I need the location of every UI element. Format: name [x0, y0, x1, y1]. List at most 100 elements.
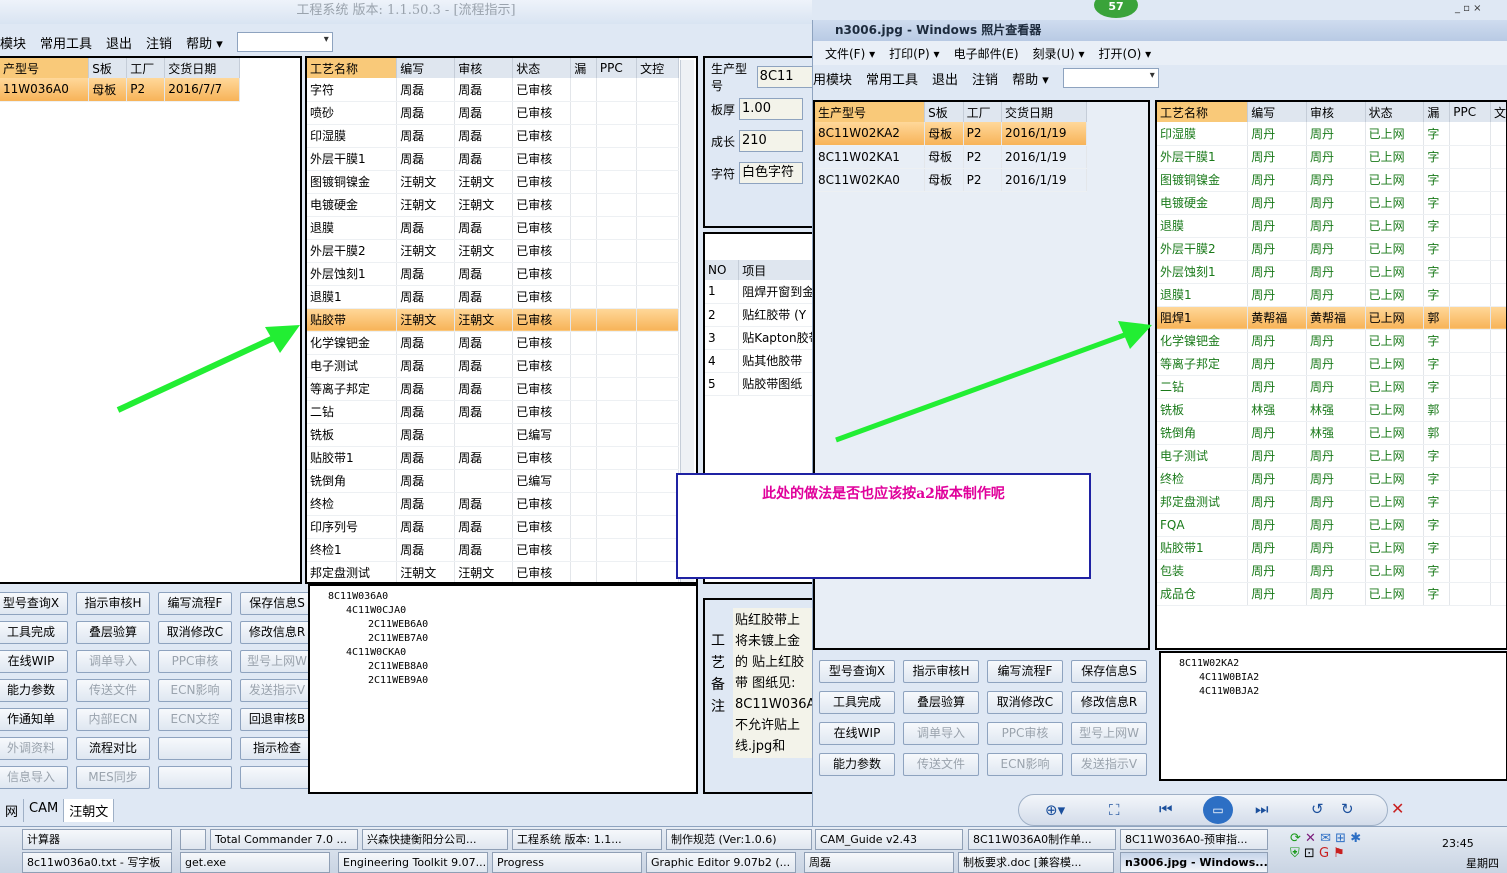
viewer-menu-item[interactable]: 文件(F) ▾ — [825, 45, 875, 62]
action-button[interactable]: PPC审核 — [987, 722, 1063, 745]
viewer-menu-item[interactable]: 打开(O) ▾ — [1099, 45, 1152, 62]
tree-node[interactable]: 2C11WEB8A0 — [318, 660, 688, 674]
table-row[interactable]: 阻焊1 黄帮福 黄帮福 已上网郭 — [1157, 306, 1506, 330]
field-value[interactable]: 1.00 — [739, 98, 804, 120]
field-value[interactable]: 8C11 — [756, 66, 812, 88]
column-header[interactable]: PPC — [1449, 102, 1491, 122]
taskbar-button[interactable]: n3006.jpg - Windows... — [1120, 852, 1268, 873]
table-row[interactable]: 外层干膜2 汪朝文 汪朝文 已审核 — [307, 239, 679, 263]
action-button[interactable]: ECN影响 — [987, 753, 1063, 776]
rotate-right-icon[interactable]: ↻ — [1341, 800, 1354, 818]
action-button[interactable]: 信息导入 — [0, 766, 68, 789]
column-header[interactable]: 工艺名称 — [1157, 102, 1249, 122]
tab-cam[interactable]: CAM — [24, 799, 65, 822]
previous-icon[interactable]: ⏮ — [1159, 800, 1173, 818]
action-button[interactable]: 在线WIP — [0, 650, 68, 673]
action-button[interactable]: 外调资料 — [0, 737, 68, 760]
column-header[interactable]: 状态 — [512, 58, 572, 78]
action-button[interactable]: 内部ECN — [76, 708, 150, 731]
column-header[interactable]: 交货日期 — [164, 58, 240, 78]
viewer-menu-item[interactable]: 打印(P) ▾ — [889, 45, 939, 62]
action-button[interactable]: 流程对比 — [76, 737, 150, 760]
taskbar-button[interactable] — [180, 829, 206, 850]
zoom-icon[interactable]: ⊕▾ — [1045, 801, 1065, 819]
viewer-app-menu-item[interactable]: 帮助 ▾ — [1012, 69, 1049, 88]
action-button[interactable]: 型号上网W — [240, 650, 314, 673]
viewer-app-menu-item[interactable]: 退出 — [932, 69, 958, 88]
action-button[interactable]: PPC审核 — [158, 650, 232, 673]
action-button[interactable]: 发送指示V — [240, 679, 314, 702]
action-button[interactable]: 保存信息S — [240, 592, 314, 615]
viewer-app-menu-item[interactable]: 常用工具 — [866, 69, 918, 88]
action-button[interactable]: 调单导入 — [903, 722, 979, 745]
taskbar-button[interactable]: 8C11W036A0制作单... — [968, 829, 1116, 850]
table-row[interactable]: 外层干膜1 周磊 周磊 已审核 — [307, 147, 679, 171]
menu-combo[interactable] — [236, 32, 333, 52]
delete-icon[interactable]: ✕ — [1391, 799, 1404, 818]
menu-tools[interactable]: 常用工具 — [40, 33, 92, 52]
column-header[interactable]: 漏 — [570, 58, 597, 78]
table-row[interactable]: 字符 周磊 周磊 已审核 — [307, 78, 679, 102]
tab-user[interactable]: 汪朝文 — [64, 799, 115, 822]
taskbar-button[interactable]: 制作规范 (Ver:1.0.6) — [666, 829, 812, 850]
action-button[interactable]: ECN文控 — [158, 708, 232, 731]
action-button[interactable]: 修改信息R — [240, 621, 314, 644]
column-header[interactable]: S板 — [924, 102, 964, 122]
table-row[interactable]: 退膜1 周磊 周磊 已审核 — [307, 285, 679, 309]
action-button[interactable]: 叠层验算 — [76, 621, 150, 644]
table-row[interactable]: 邦定盘测试 周丹 周丹 已上网字 — [1157, 490, 1506, 514]
table-row[interactable]: 二钻 周丹 周丹 已上网字 — [1157, 375, 1506, 399]
action-button[interactable]: 传送文件 — [903, 753, 979, 776]
column-header[interactable]: 交货日期 — [1001, 102, 1087, 122]
table-row[interactable]: 退膜 周磊 周磊 已审核 — [307, 216, 679, 240]
table-row[interactable]: 5 贴胶带图纸 — [705, 372, 812, 396]
table-row[interactable]: 8C11W02KA1 母板 P2 2016/1/19 — [815, 145, 1087, 169]
tray-icons[interactable]: ⟳ ✕ ✉ ⊞ ✱ ⛨ ⊡ G ⚑ — [1290, 831, 1430, 869]
column-header[interactable]: S板 — [88, 58, 128, 78]
column-header[interactable]: 编写 — [1247, 102, 1307, 122]
table-row[interactable]: 终检1 周磊 周磊 已审核 — [307, 538, 679, 562]
column-header[interactable]: 项目 — [738, 260, 812, 280]
table-row[interactable]: 11W036A0 母板 P2 2016/7/7 — [0, 78, 240, 102]
window-controls[interactable]: _ ▫ × — [1455, 3, 1482, 14]
table-row[interactable]: 成品仓 周丹 周丹 已上网字 — [1157, 582, 1506, 606]
action-button[interactable]: 叠层验算 — [903, 691, 979, 714]
action-button[interactable]: 编写流程F — [158, 592, 232, 615]
column-header[interactable]: 工厂 — [126, 58, 166, 78]
action-button[interactable]: MES同步 — [76, 766, 150, 789]
taskbar-button[interactable]: Graphic Editor 9.07b2 (... — [646, 852, 796, 873]
table-row[interactable]: 图镀铜镍金 汪朝文 汪朝文 已审核 — [307, 170, 679, 194]
action-button[interactable]: 取消修改C — [158, 621, 232, 644]
column-header[interactable]: PPC — [596, 58, 638, 78]
action-button[interactable]: 传送文件 — [76, 679, 150, 702]
column-header[interactable]: NO — [705, 260, 740, 280]
taskbar-button[interactable]: 计算器 — [22, 829, 172, 850]
menu-module[interactable]: 模块 — [0, 33, 26, 52]
tree-node[interactable]: 4C11W0BIA2 — [1169, 671, 1498, 685]
table-row[interactable]: 图镀铜镍金 周丹 周丹 已上网字 — [1157, 168, 1506, 192]
table-row[interactable]: 电子测试 周丹 周丹 已上网字 — [1157, 444, 1506, 468]
table-row[interactable]: 铣倒角 周丹 林强 已上网郭 — [1157, 421, 1506, 445]
taskbar-button[interactable]: Total Commander 7.0 ... — [210, 829, 358, 850]
action-button[interactable]: ECN影响 — [158, 679, 232, 702]
table-row[interactable]: 印湿膜 周磊 周磊 已审核 — [307, 124, 679, 148]
table-row[interactable]: 等离子邦定 周丹 周丹 已上网字 — [1157, 352, 1506, 376]
column-header[interactable]: 产型号 — [0, 58, 90, 78]
table-row[interactable]: 化学镍钯金 周丹 周丹 已上网字 — [1157, 329, 1506, 353]
field-value[interactable]: 210 — [739, 130, 804, 152]
action-button[interactable] — [158, 766, 232, 789]
clock[interactable]: 23:45 — [1442, 837, 1474, 850]
viewer-app-menu-item[interactable]: 用模块 — [813, 69, 852, 88]
tab-network[interactable]: 网 — [0, 799, 25, 822]
taskbar-button[interactable]: 周磊 — [804, 852, 954, 873]
menu-help[interactable]: 帮助 ▾ — [186, 33, 223, 52]
table-row[interactable]: 铣板 周磊 已编写 — [307, 423, 679, 447]
taskbar-button[interactable]: 8c11w036a0.txt - 写字板 — [22, 852, 172, 873]
table-row[interactable]: 退膜1 周丹 周丹 已上网字 — [1157, 283, 1506, 307]
tree-node[interactable]: 4C11W0CKA0 — [318, 646, 688, 660]
column-header[interactable]: 漏 — [1423, 102, 1451, 122]
action-button[interactable]: 作通知单 — [0, 708, 68, 731]
action-button[interactable]: 型号查询X — [819, 660, 895, 683]
taskbar-button[interactable]: 工程系统 版本: 1.1... — [512, 829, 662, 850]
table-row[interactable]: 包装 周丹 周丹 已上网字 — [1157, 559, 1506, 583]
